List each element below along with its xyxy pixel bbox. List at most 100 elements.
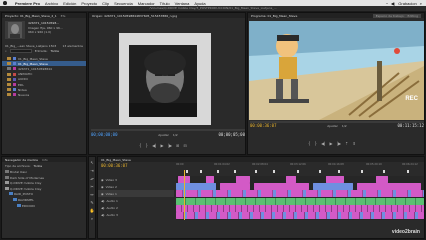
program-viewer[interactable]: REC	[249, 21, 424, 120]
step-forward-icon[interactable]: |▶	[168, 143, 172, 148]
video-clip[interactable]	[206, 176, 214, 183]
search-input[interactable]	[9, 49, 32, 53]
timeline-timecode[interactable]: 00:00:36:07	[101, 163, 128, 168]
menu-item-secuencia[interactable]: Secuencia	[114, 1, 133, 6]
status-recording-label[interactable]: Grabacion	[398, 1, 416, 6]
step-back-icon[interactable]: ◀|	[321, 141, 325, 146]
list-item[interactable]: Nuevos	[2, 92, 86, 97]
lift-icon[interactable]: ⇡	[345, 141, 348, 146]
audio-clip[interactable]	[176, 212, 424, 219]
zoom-tool-icon[interactable]: ⌕	[91, 216, 93, 221]
speaker-icon[interactable]: ◀)	[101, 206, 104, 210]
video-clip[interactable]	[176, 183, 216, 190]
pen-tool-icon[interactable]: ✎	[90, 200, 93, 205]
mark-out-icon[interactable]: }	[315, 141, 318, 146]
apple-icon[interactable]	[3, 1, 7, 5]
source-fit-dropdown[interactable]: Ajustar	[158, 133, 169, 137]
mark-in-icon[interactable]: {	[308, 141, 311, 146]
video-clip[interactable]	[357, 183, 421, 190]
mark-in-icon[interactable]: {	[139, 143, 142, 148]
source-timecode-current[interactable]: 00;00;00;00	[91, 132, 118, 137]
menu-item-clip[interactable]: Clip	[102, 1, 109, 6]
sequence-marker[interactable]	[319, 170, 321, 173]
sequence-marker[interactable]	[361, 170, 363, 173]
tab-media-browser[interactable]: Navegador de medios	[5, 158, 38, 162]
eye-icon[interactable]: ◉	[101, 178, 104, 182]
tab-sequence[interactable]: 01_Big_Mean_Steve	[101, 158, 131, 162]
menu-item-archivo[interactable]: Archivo	[45, 1, 58, 6]
clip-thumbnail[interactable]	[5, 21, 25, 39]
sequence-marker[interactable]	[383, 170, 385, 173]
track-header-video-3[interactable]: ◉ Video 3	[98, 176, 174, 183]
track-header-video-1[interactable]: ◉ Video 1	[98, 190, 174, 197]
timeline-tracks-area[interactable]	[176, 170, 424, 220]
menu-item-titulo[interactable]: Título	[160, 1, 170, 6]
sequence-marker[interactable]	[200, 170, 202, 173]
track-header-audio-1[interactable]: ◀) Audio 1	[98, 197, 174, 204]
video-clip[interactable]	[254, 183, 309, 190]
track-select-tool-icon[interactable]: ⇥	[90, 168, 93, 173]
menu-item-ayuda[interactable]: Ayuda	[194, 1, 205, 6]
insert-icon[interactable]: ⊞	[176, 143, 179, 148]
tab-program[interactable]: Programa: 01_Big_Mean_Steve	[251, 14, 297, 18]
input-dropdown[interactable]: Todos	[51, 49, 59, 53]
track-header-audio-3[interactable]: ◀) Audio 3	[98, 211, 174, 218]
sequence-marker[interactable]	[407, 170, 409, 173]
tab-info[interactable]: Info	[42, 158, 48, 162]
speaker-icon[interactable]: ◀)	[101, 199, 104, 203]
menu-item-edicion[interactable]: Edición	[63, 1, 76, 6]
search-icon[interactable]: ⌕	[5, 49, 7, 53]
speaker-icon[interactable]: ◀)	[101, 213, 104, 217]
video-clip[interactable]	[286, 176, 296, 183]
track-header-video-2[interactable]: ◉ Video 2	[98, 183, 174, 190]
timeline-ruler[interactable]: 00:00 00:01:04:02 00:02:08:04 00:03:12:0…	[176, 163, 424, 169]
menu-item-marcador[interactable]: Marcador	[138, 1, 155, 6]
video-clip[interactable]	[326, 176, 344, 183]
program-timecode-current[interactable]: 00:00:36:07	[250, 123, 277, 128]
workspace-dropdown[interactable]: Editing	[408, 14, 418, 18]
video-clip[interactable]	[313, 183, 353, 190]
overwrite-icon[interactable]: ⊟	[183, 143, 186, 148]
source-page[interactable]: 1/2	[173, 133, 178, 137]
track-header-audio-2[interactable]: ◀) Audio 2	[98, 204, 174, 211]
play-icon[interactable]: ▶	[330, 141, 333, 146]
file-type-dropdown[interactable]: Todos	[34, 164, 42, 168]
source-scrubber[interactable]	[91, 129, 245, 131]
sequence-marker[interactable]	[273, 170, 275, 173]
step-back-icon[interactable]: ◀|	[152, 143, 156, 148]
sequence-marker[interactable]	[217, 170, 219, 173]
selection-tool-icon[interactable]: ↖	[90, 160, 93, 165]
video-clip[interactable]	[236, 176, 250, 183]
menu-item-ventana[interactable]: Ventana	[175, 1, 190, 6]
source-viewer[interactable]	[119, 33, 211, 125]
tab-effects[interactable]: Efe	[61, 14, 66, 18]
eye-icon[interactable]: ◉	[101, 192, 104, 196]
program-fit-dropdown[interactable]: Ajustar	[327, 124, 338, 128]
extract-icon[interactable]: ⇞	[352, 141, 355, 146]
wifi-icon[interactable]: ◔	[385, 1, 387, 6]
sequence-marker[interactable]	[297, 170, 299, 173]
program-page[interactable]: 1/2	[342, 124, 347, 128]
playhead[interactable]	[184, 170, 185, 220]
menu-item-proyecto[interactable]: Proyecto	[81, 1, 97, 6]
hand-tool-icon[interactable]: ✋	[90, 208, 95, 213]
volume-icon[interactable]: ◀)	[391, 1, 395, 6]
razor-tool-icon[interactable]: ✂	[90, 184, 93, 189]
audio-clip[interactable]	[176, 205, 424, 212]
eye-icon[interactable]: ◉	[101, 185, 104, 189]
sequence-marker[interactable]	[234, 170, 236, 173]
sequence-marker[interactable]	[186, 170, 188, 173]
video-clip[interactable]	[376, 176, 388, 183]
tab-source[interactable]: Origen: 426371_10150598844837605_5154578…	[92, 14, 177, 18]
spotlight-icon[interactable]: ⌕	[420, 1, 422, 6]
ripple-tool-icon[interactable]: ⟛	[90, 176, 94, 181]
tab-project[interactable]: Proyecto: 01_Big_Mean_Steve_2_1	[5, 14, 57, 18]
mark-out-icon[interactable]: }	[146, 143, 149, 148]
play-icon[interactable]: ▶	[161, 143, 164, 148]
sequence-marker[interactable]	[255, 170, 257, 173]
app-name[interactable]: Premiere Pro	[15, 1, 40, 6]
sequence-marker[interactable]	[338, 170, 340, 173]
audio-clip[interactable]	[176, 198, 424, 205]
step-forward-icon[interactable]: |▶	[337, 141, 341, 146]
video-clip[interactable]	[176, 190, 424, 197]
